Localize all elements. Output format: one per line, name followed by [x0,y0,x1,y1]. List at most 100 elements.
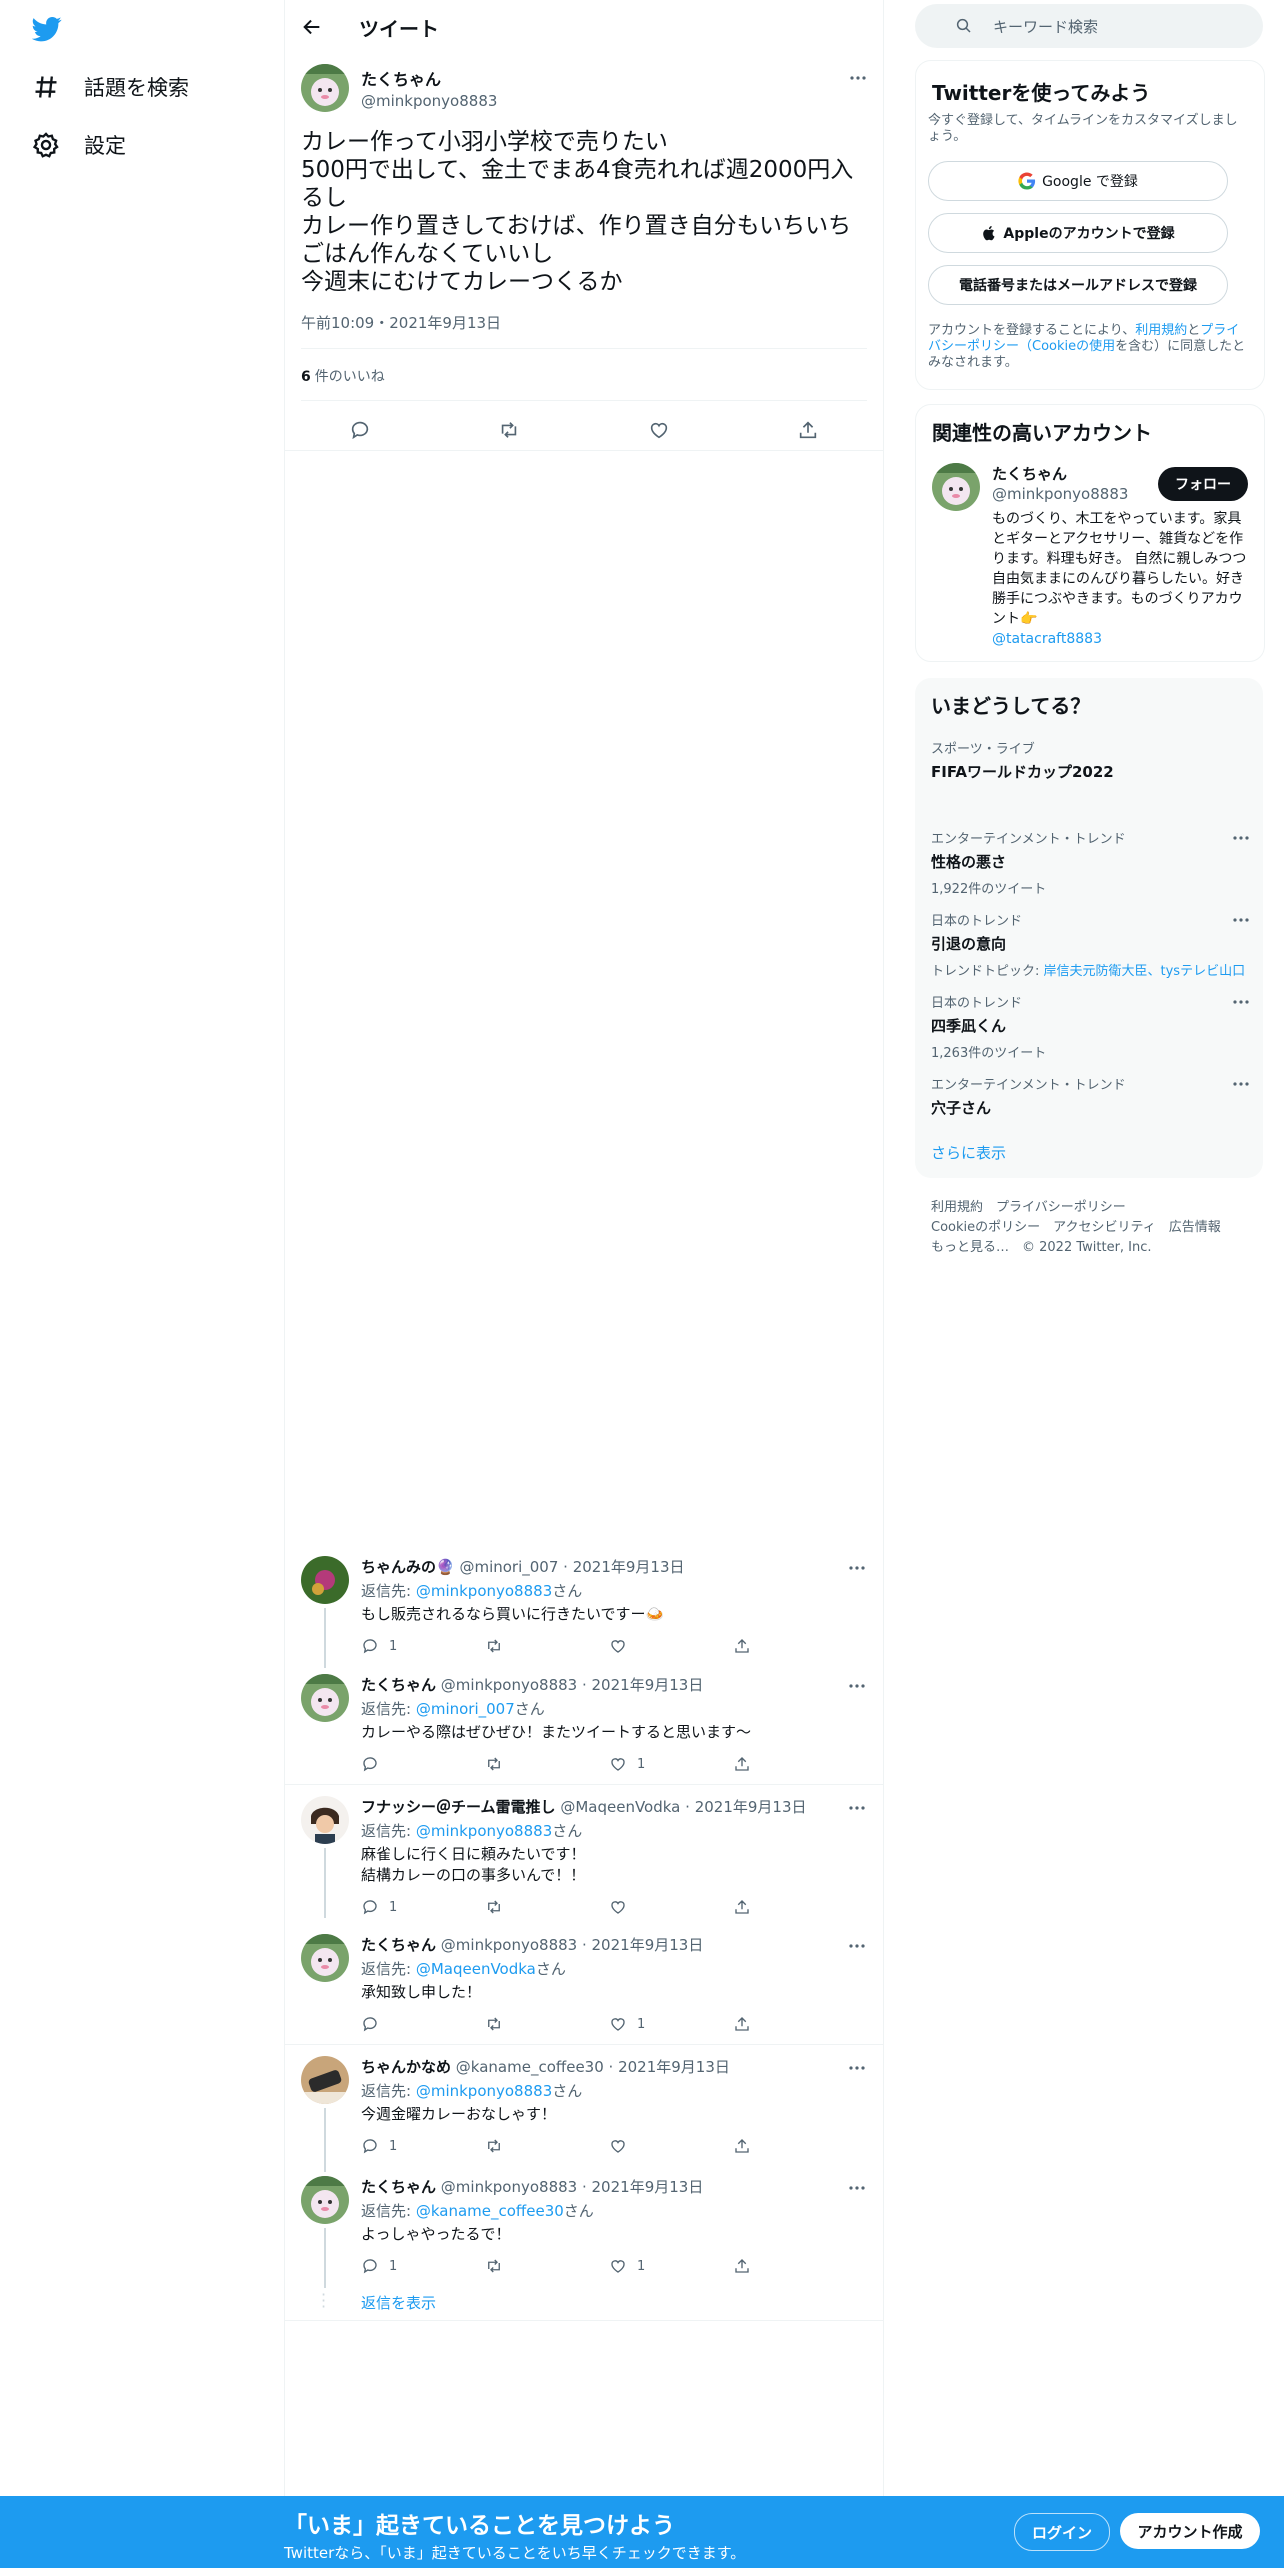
retweet-icon[interactable] [498,419,520,441]
tweet-timestamp[interactable]: 午前10:09・2021年9月13日 [301,312,501,333]
reply-button[interactable] [361,1755,485,1773]
share-button[interactable] [733,2257,857,2275]
reply-icon[interactable] [349,419,371,441]
apple-signup-button[interactable]: Appleのアカウントで登録 [928,213,1228,253]
reply-button[interactable]: 1 [361,1898,485,1916]
footer-links-2[interactable]: Cookieのポリシー アクセシビリティ 広告情報 [931,1216,1221,1235]
share-icon[interactable] [797,419,819,441]
reply-author-handle[interactable]: @MaqeenVodka [560,1798,680,1816]
trend-topic-link[interactable]: 岸信夫元防衛大臣、tysテレビ山口 [1044,964,1246,979]
show-more-link[interactable]: さらに表示 [931,1142,1006,1163]
reply-button[interactable] [361,2015,485,2033]
reply-to-handle[interactable]: @minkponyo8883 [416,1822,552,1840]
terms-link[interactable]: 利用規約 [1135,323,1187,338]
retweet-button[interactable] [485,1898,609,1916]
reply-button[interactable]: 1 [361,1637,485,1655]
google-signup-button[interactable]: Google で登録 [928,161,1228,201]
like-button[interactable] [609,1898,733,1916]
more-icon[interactable] [847,2058,867,2078]
share-button[interactable] [733,1637,857,1655]
reply-author-name[interactable]: ちゃんかなめ [361,2058,451,2076]
share-button[interactable] [733,1755,857,1773]
reply-date[interactable]: 2021年9月13日 [573,1558,685,1576]
reply-author-handle[interactable]: @kaname_coffee30 [456,2058,604,2076]
search-input[interactable]: キーワード検索 [993,16,1098,37]
retweet-button[interactable] [485,1637,609,1655]
related-name[interactable]: たくちゃん [992,463,1067,484]
reply-button[interactable]: 1 [361,2137,485,2155]
main-tweet-author[interactable]: たくちゃん @minkponyo8883 [301,64,497,112]
back-arrow-icon[interactable] [301,16,323,38]
more-icon[interactable] [847,1798,867,1818]
avatar[interactable] [301,1674,349,1722]
more-icon[interactable] [848,68,868,88]
search-bar[interactable]: キーワード検索 [915,4,1263,48]
trend-item[interactable]: エンターテインメント・トレンド 性格の悪さ 1,922件のツイート [931,828,1251,897]
avatar[interactable] [301,1556,349,1604]
share-button[interactable] [733,2137,857,2155]
more-icon[interactable] [1231,910,1251,930]
avatar[interactable] [301,64,349,112]
trend-item[interactable]: エンターテインメント・トレンド 穴子さん [931,1074,1251,1118]
reply-author-name[interactable]: たくちゃん [361,2178,436,2196]
more-icon[interactable] [847,2178,867,2198]
reply-to-handle[interactable]: @minkponyo8883 [416,1582,552,1600]
bio-link[interactable]: @tatacraft8883 [992,631,1102,647]
like-button[interactable] [609,2137,733,2155]
author-name[interactable]: たくちゃん [361,66,497,90]
retweet-button[interactable] [485,2137,609,2155]
reply-date[interactable]: 2021年9月13日 [592,1676,704,1694]
phone-email-signup-button[interactable]: 電話番号またはメールアドレスで登録 [928,265,1228,305]
nav-settings[interactable]: 設定 [32,130,126,160]
more-icon[interactable] [847,1676,867,1696]
reply-to-handle[interactable]: @MaqeenVodka [416,1960,536,1978]
retweet-button[interactable] [485,2257,609,2275]
more-icon[interactable] [847,1558,867,1578]
reply-author-name[interactable]: たくちゃん [361,1936,436,1954]
reply-author-handle[interactable]: @minkponyo8883 [441,1936,577,1954]
like-button[interactable] [609,1637,733,1655]
reply-date[interactable]: 2021年9月13日 [592,1936,704,1954]
show-replies-link[interactable]: 返信を表示 [361,2292,436,2313]
footer-links-1[interactable]: 利用規約 プライバシーポリシー [931,1196,1126,1215]
reply-date[interactable]: 2021年9月13日 [695,1798,807,1816]
like-icon[interactable] [648,419,670,441]
reply-author-name[interactable]: フナッシー＠チーム雷電推し [361,1798,556,1816]
avatar[interactable] [301,1796,349,1844]
likes-count-line[interactable]: 6 件のいいね [301,366,385,386]
avatar[interactable] [932,463,980,511]
twitter-logo-icon[interactable] [32,14,62,44]
reply-author-handle[interactable]: @minori_007 [459,1558,558,1576]
reply-author-name[interactable]: ちゃんみの🔮 [361,1558,455,1576]
login-button[interactable]: ログイン [1014,2513,1110,2551]
more-icon[interactable] [1231,1074,1251,1094]
trend-item[interactable]: 日本のトレンド 四季凪くん 1,263件のツイート [931,992,1251,1061]
reply-date[interactable]: 2021年9月13日 [592,2178,704,2196]
footer-links-3[interactable]: もっと見る… © 2022 Twitter, Inc. [931,1236,1152,1255]
like-button[interactable]: 1 [609,1755,733,1773]
author-handle[interactable]: @minkponyo8883 [361,92,497,110]
like-button[interactable]: 1 [609,2015,733,2033]
create-account-button[interactable]: アカウント作成 [1120,2513,1260,2549]
related-handle[interactable]: @minkponyo8883 [992,485,1128,503]
retweet-button[interactable] [485,1755,609,1773]
avatar[interactable] [301,1934,349,1982]
avatar[interactable] [301,2056,349,2104]
more-icon[interactable] [1231,828,1251,848]
reply-button[interactable]: 1 [361,2257,485,2275]
reply-to-handle[interactable]: @minkponyo8883 [416,2082,552,2100]
follow-button[interactable]: フォロー [1158,467,1248,501]
like-button[interactable]: 1 [609,2257,733,2275]
retweet-button[interactable] [485,2015,609,2033]
more-icon[interactable] [847,1936,867,1956]
nav-explore[interactable]: 話題を検索 [32,72,189,102]
trend-item[interactable]: スポーツ・ライブ FIFAワールドカップ2022 [931,738,1251,782]
avatar[interactable] [301,2176,349,2224]
reply-author-name[interactable]: たくちゃん [361,1676,436,1694]
reply-author-handle[interactable]: @minkponyo8883 [441,2178,577,2196]
reply-to-handle[interactable]: @minori_007 [416,1700,515,1718]
reply-author-handle[interactable]: @minkponyo8883 [441,1676,577,1694]
more-icon[interactable] [1231,992,1251,1012]
reply-date[interactable]: 2021年9月13日 [618,2058,730,2076]
share-button[interactable] [733,2015,857,2033]
